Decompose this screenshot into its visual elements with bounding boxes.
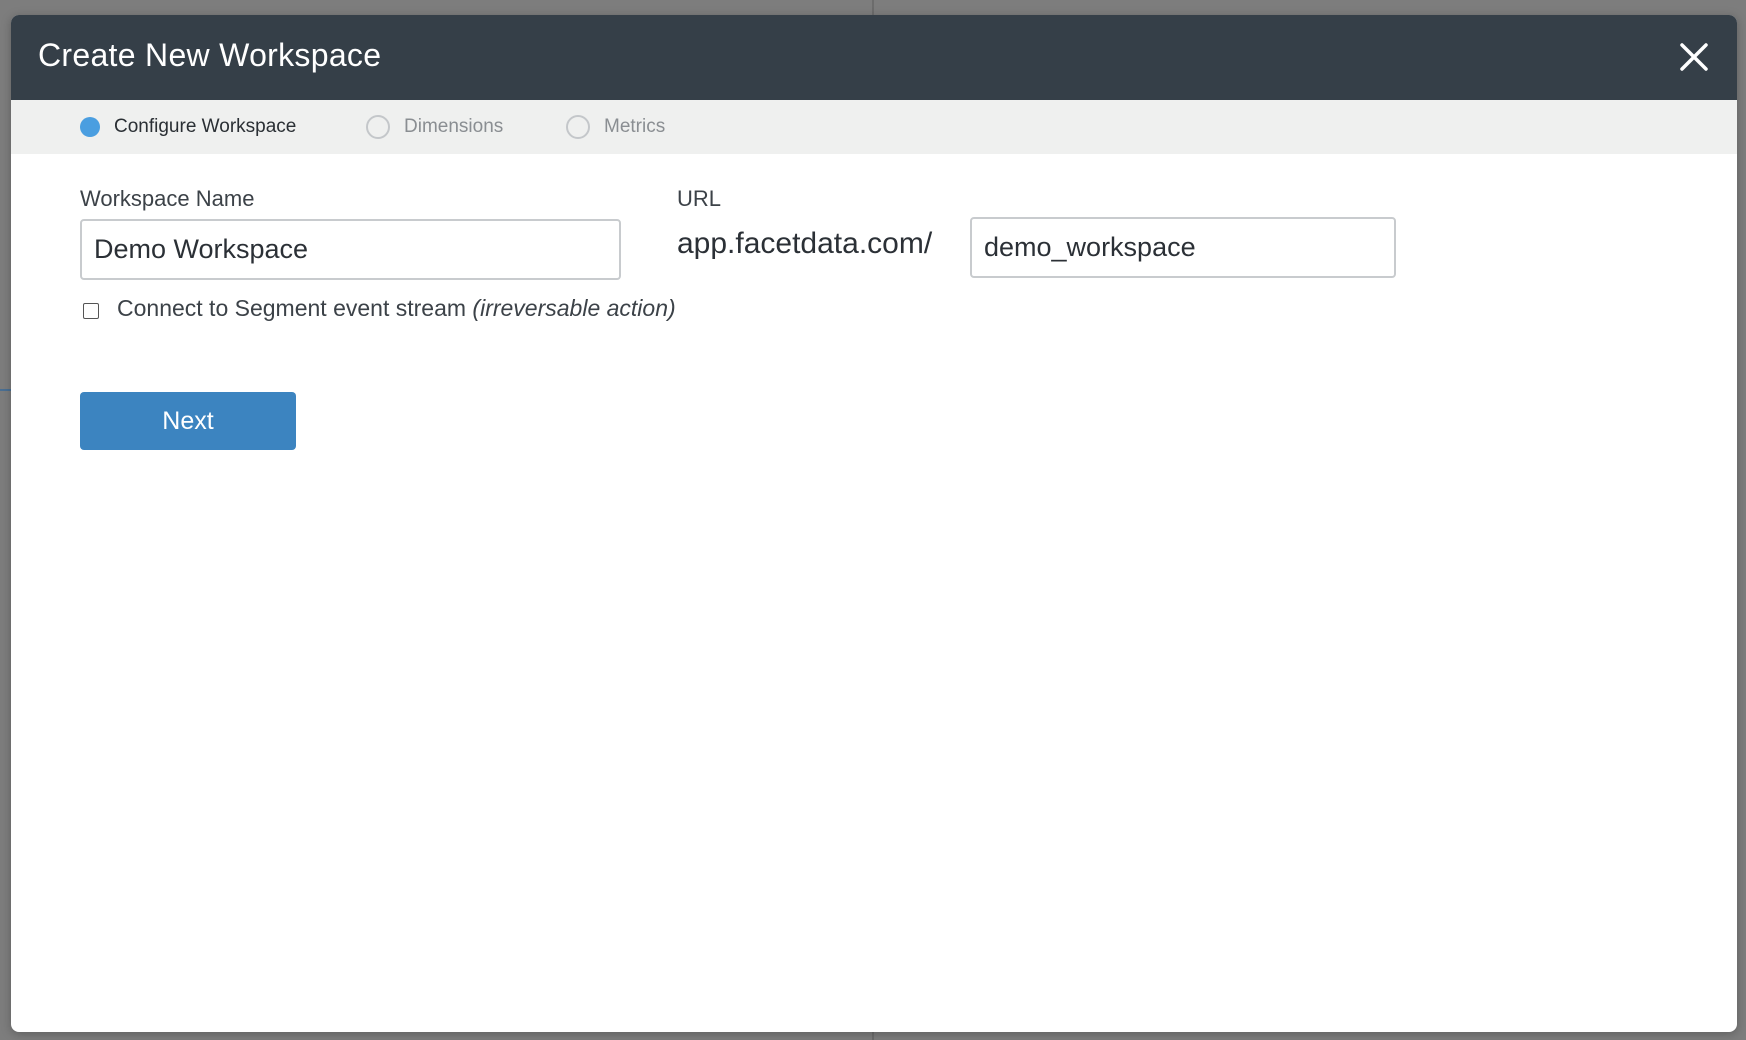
next-button[interactable]: Next bbox=[80, 392, 296, 450]
segment-checkbox-text: Connect to Segment event stream bbox=[117, 295, 467, 321]
close-icon bbox=[1680, 43, 1708, 71]
close-button[interactable] bbox=[1677, 40, 1711, 74]
segment-checkbox-label: Connect to Segment event stream (irrever… bbox=[117, 295, 676, 322]
modal-title: Create New Workspace bbox=[38, 37, 382, 73]
workspace-name-label: Workspace Name bbox=[80, 186, 255, 211]
step-inactive-indicator bbox=[566, 115, 590, 139]
step-label: Configure Workspace bbox=[114, 116, 297, 137]
step-inactive-indicator bbox=[366, 115, 390, 139]
create-workspace-modal: Create New Workspace Configure Workspace… bbox=[11, 15, 1737, 1032]
segment-checkbox[interactable] bbox=[83, 303, 99, 319]
modal-header: Create New Workspace bbox=[11, 15, 1737, 100]
step-label: Dimensions bbox=[404, 116, 504, 137]
url-prefix: app.facetdata.com/ bbox=[677, 227, 933, 260]
url-label: URL bbox=[677, 186, 722, 211]
segment-checkbox-note: (irreversable action) bbox=[472, 295, 676, 321]
steps-bar: Configure Workspace Dimensions Metrics bbox=[11, 100, 1737, 154]
url-slug-input[interactable] bbox=[970, 217, 1396, 278]
step-dimensions[interactable]: Dimensions bbox=[366, 100, 503, 154]
workspace-name-input[interactable] bbox=[80, 219, 621, 280]
step-metrics[interactable]: Metrics bbox=[566, 100, 665, 154]
step-active-indicator bbox=[80, 117, 100, 137]
step-configure-workspace[interactable]: Configure Workspace bbox=[80, 100, 296, 154]
step-label: Metrics bbox=[604, 116, 666, 137]
